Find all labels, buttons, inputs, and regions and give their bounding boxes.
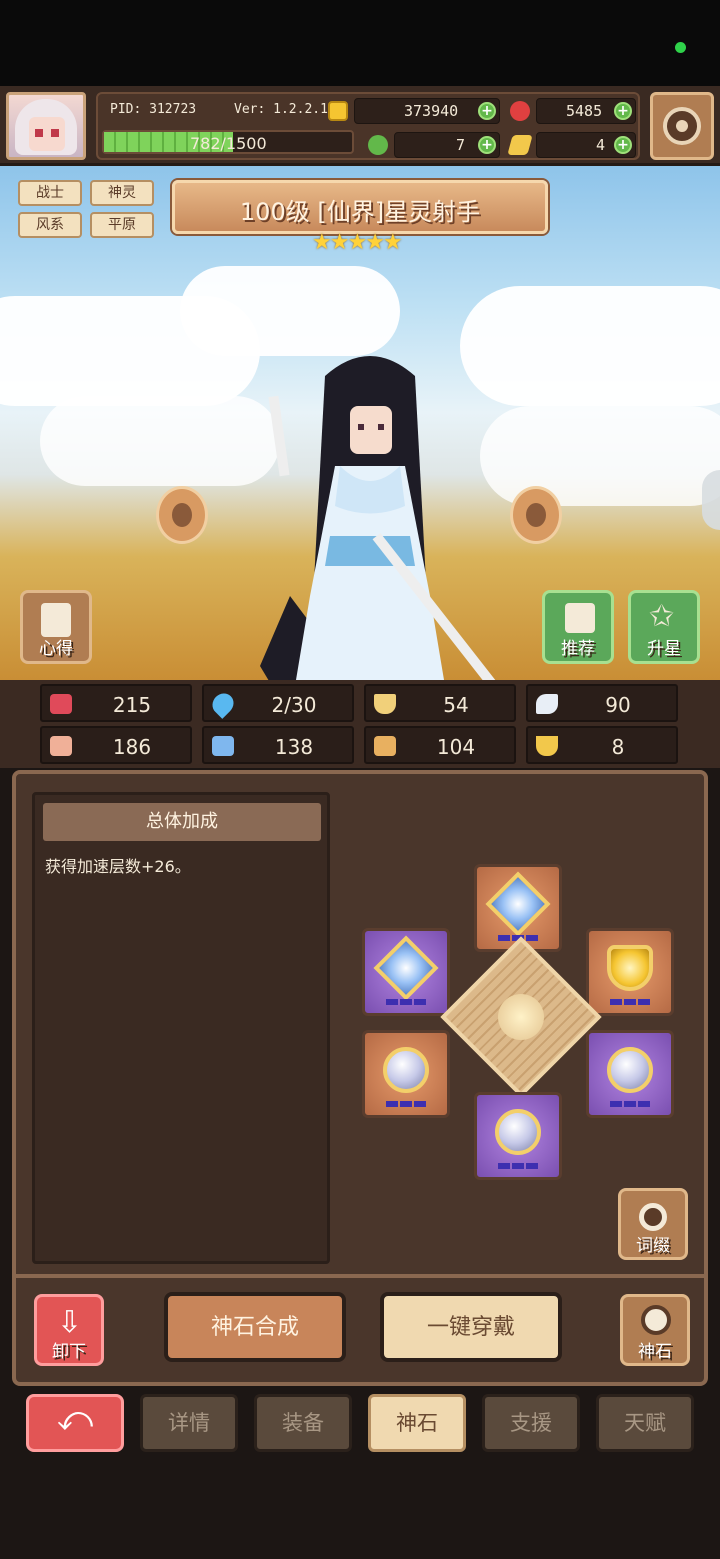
down-arrow-icon: ⇩ xyxy=(57,1305,83,1340)
gold-heart-gem-icon xyxy=(607,945,653,991)
add-ticket-button[interactable]: + xyxy=(614,136,632,154)
gear-icon xyxy=(663,107,701,145)
affix-button[interactable]: 词缀 xyxy=(618,1188,688,1260)
star-rating: ★★★★★ xyxy=(312,230,403,255)
pearl-gem-icon xyxy=(495,1109,541,1155)
fist-icon xyxy=(50,736,72,756)
upgrade-star-button[interactable]: ✩ 升星 xyxy=(628,590,700,664)
stat-energy: 2/30 xyxy=(202,684,354,722)
stone-icon xyxy=(641,1305,671,1335)
pearl-gem-icon xyxy=(383,1047,429,1093)
hero-title: 100级 [仙界]星灵射手 xyxy=(239,198,481,226)
hero-scene: 战士 神灵 风系 平原 100级 [仙界]星灵射手 ★★★★★ 心得 推荐 ✩ … xyxy=(0,166,720,680)
shield-icon xyxy=(374,694,396,714)
tag-race: 神灵 xyxy=(90,180,154,206)
wing-icon xyxy=(536,694,558,714)
tab-equipment[interactable]: 装备 xyxy=(254,1394,352,1452)
stat-pickup: 8 xyxy=(526,726,678,764)
center-stone-icon xyxy=(440,936,602,1098)
tag-terrain: 平原 xyxy=(90,212,154,238)
equip-all-button[interactable]: 一键穿戴 xyxy=(380,1292,562,1362)
star-upgrade-icon: ✩ xyxy=(649,599,675,634)
magnifier-icon xyxy=(639,1203,667,1231)
bonus-description: 获得加速层数+26。 xyxy=(45,857,191,876)
unequip-button[interactable]: ⇩ 卸下 xyxy=(34,1294,104,1366)
star-icon: ★ xyxy=(382,230,403,255)
status-bar xyxy=(0,0,720,86)
gem-slot-lower-right[interactable] xyxy=(586,1030,674,1118)
stat-move: 104 xyxy=(364,726,516,764)
clover-icon xyxy=(368,135,388,155)
status-indicator xyxy=(675,42,686,53)
add-gem-button[interactable]: + xyxy=(614,102,632,120)
notes-button[interactable]: 心得 xyxy=(20,590,92,664)
floating-side-handle[interactable] xyxy=(702,470,720,530)
bonus-heading: 总体加成 xyxy=(43,803,321,841)
tag-class: 战士 xyxy=(18,180,82,206)
stat-defense: 54 xyxy=(364,684,516,722)
prev-hero-button[interactable] xyxy=(156,486,208,544)
godstone-panel: 总体加成 获得加速层数+26。 词缀 ⇩ 卸下 神石合成 一键穿戴 神石 xyxy=(12,770,708,1386)
synthesize-button[interactable]: 神石合成 xyxy=(164,1292,346,1362)
gem-slot-bottom[interactable] xyxy=(474,1092,562,1180)
next-hero-button[interactable] xyxy=(510,486,562,544)
version-label: Ver: 1.2.2.1 xyxy=(234,102,328,117)
tab-details[interactable]: 详情 xyxy=(140,1394,238,1452)
ticket-icon xyxy=(507,135,533,155)
bottom-tab-bar: 详情 装备 神石 支援 天赋 xyxy=(0,1390,720,1460)
heart-icon xyxy=(50,694,72,714)
add-gold-button[interactable]: + xyxy=(478,102,496,120)
gem-slot-upper-right[interactable] xyxy=(586,928,674,1016)
hero-title-banner: 100级 [仙界]星灵射手 xyxy=(172,180,548,234)
water-drop-icon xyxy=(208,689,238,719)
player-avatar[interactable] xyxy=(6,92,86,160)
tab-support[interactable]: 支援 xyxy=(482,1394,580,1452)
top-hud: PID: 312723 Ver: 1.2.2.1 373940 + 5485 +… xyxy=(0,86,720,166)
stat-hp: 215 xyxy=(40,684,192,722)
hero-character xyxy=(260,356,498,680)
panel-divider xyxy=(16,1274,704,1278)
settings-button[interactable] xyxy=(650,92,714,160)
resource-panel: PID: 312723 Ver: 1.2.2.1 373940 + 5485 +… xyxy=(96,92,640,160)
back-button[interactable] xyxy=(26,1394,124,1452)
notes-icon xyxy=(41,603,71,637)
gem-amount: 5485 xyxy=(566,102,603,120)
magnet-icon xyxy=(536,736,558,756)
tab-godstone[interactable]: 神石 xyxy=(368,1394,466,1452)
stat-speed: 90 xyxy=(526,684,678,722)
book-icon xyxy=(212,736,234,756)
pid-label: PID: 312723 xyxy=(110,102,197,117)
gem-slot-lower-left[interactable] xyxy=(362,1030,450,1118)
tab-talent[interactable]: 天赋 xyxy=(596,1394,694,1452)
gem-slot-upper-left[interactable] xyxy=(362,928,450,1016)
tag-element: 风系 xyxy=(18,212,82,238)
clover-amount: 7 xyxy=(456,136,466,154)
stone-button[interactable]: 神石 xyxy=(620,1294,690,1366)
thumbs-up-icon xyxy=(565,603,595,633)
red-gem-icon xyxy=(510,101,530,121)
stat-attack: 186 xyxy=(40,726,192,764)
gold-coin-icon xyxy=(328,101,348,121)
recommend-button[interactable]: 推荐 xyxy=(542,590,614,664)
ticket-amount: 4 xyxy=(596,136,606,154)
gold-amount: 373940 xyxy=(404,102,459,120)
add-clover-button[interactable]: + xyxy=(478,136,496,154)
stats-panel: 215 2/30 54 90 186 138 104 8 xyxy=(0,680,720,768)
bonus-box: 总体加成 获得加速层数+26。 xyxy=(32,792,330,1264)
stat-magic: 138 xyxy=(202,726,354,764)
boot-icon xyxy=(374,736,396,756)
pearl-gem-icon xyxy=(607,1047,653,1093)
